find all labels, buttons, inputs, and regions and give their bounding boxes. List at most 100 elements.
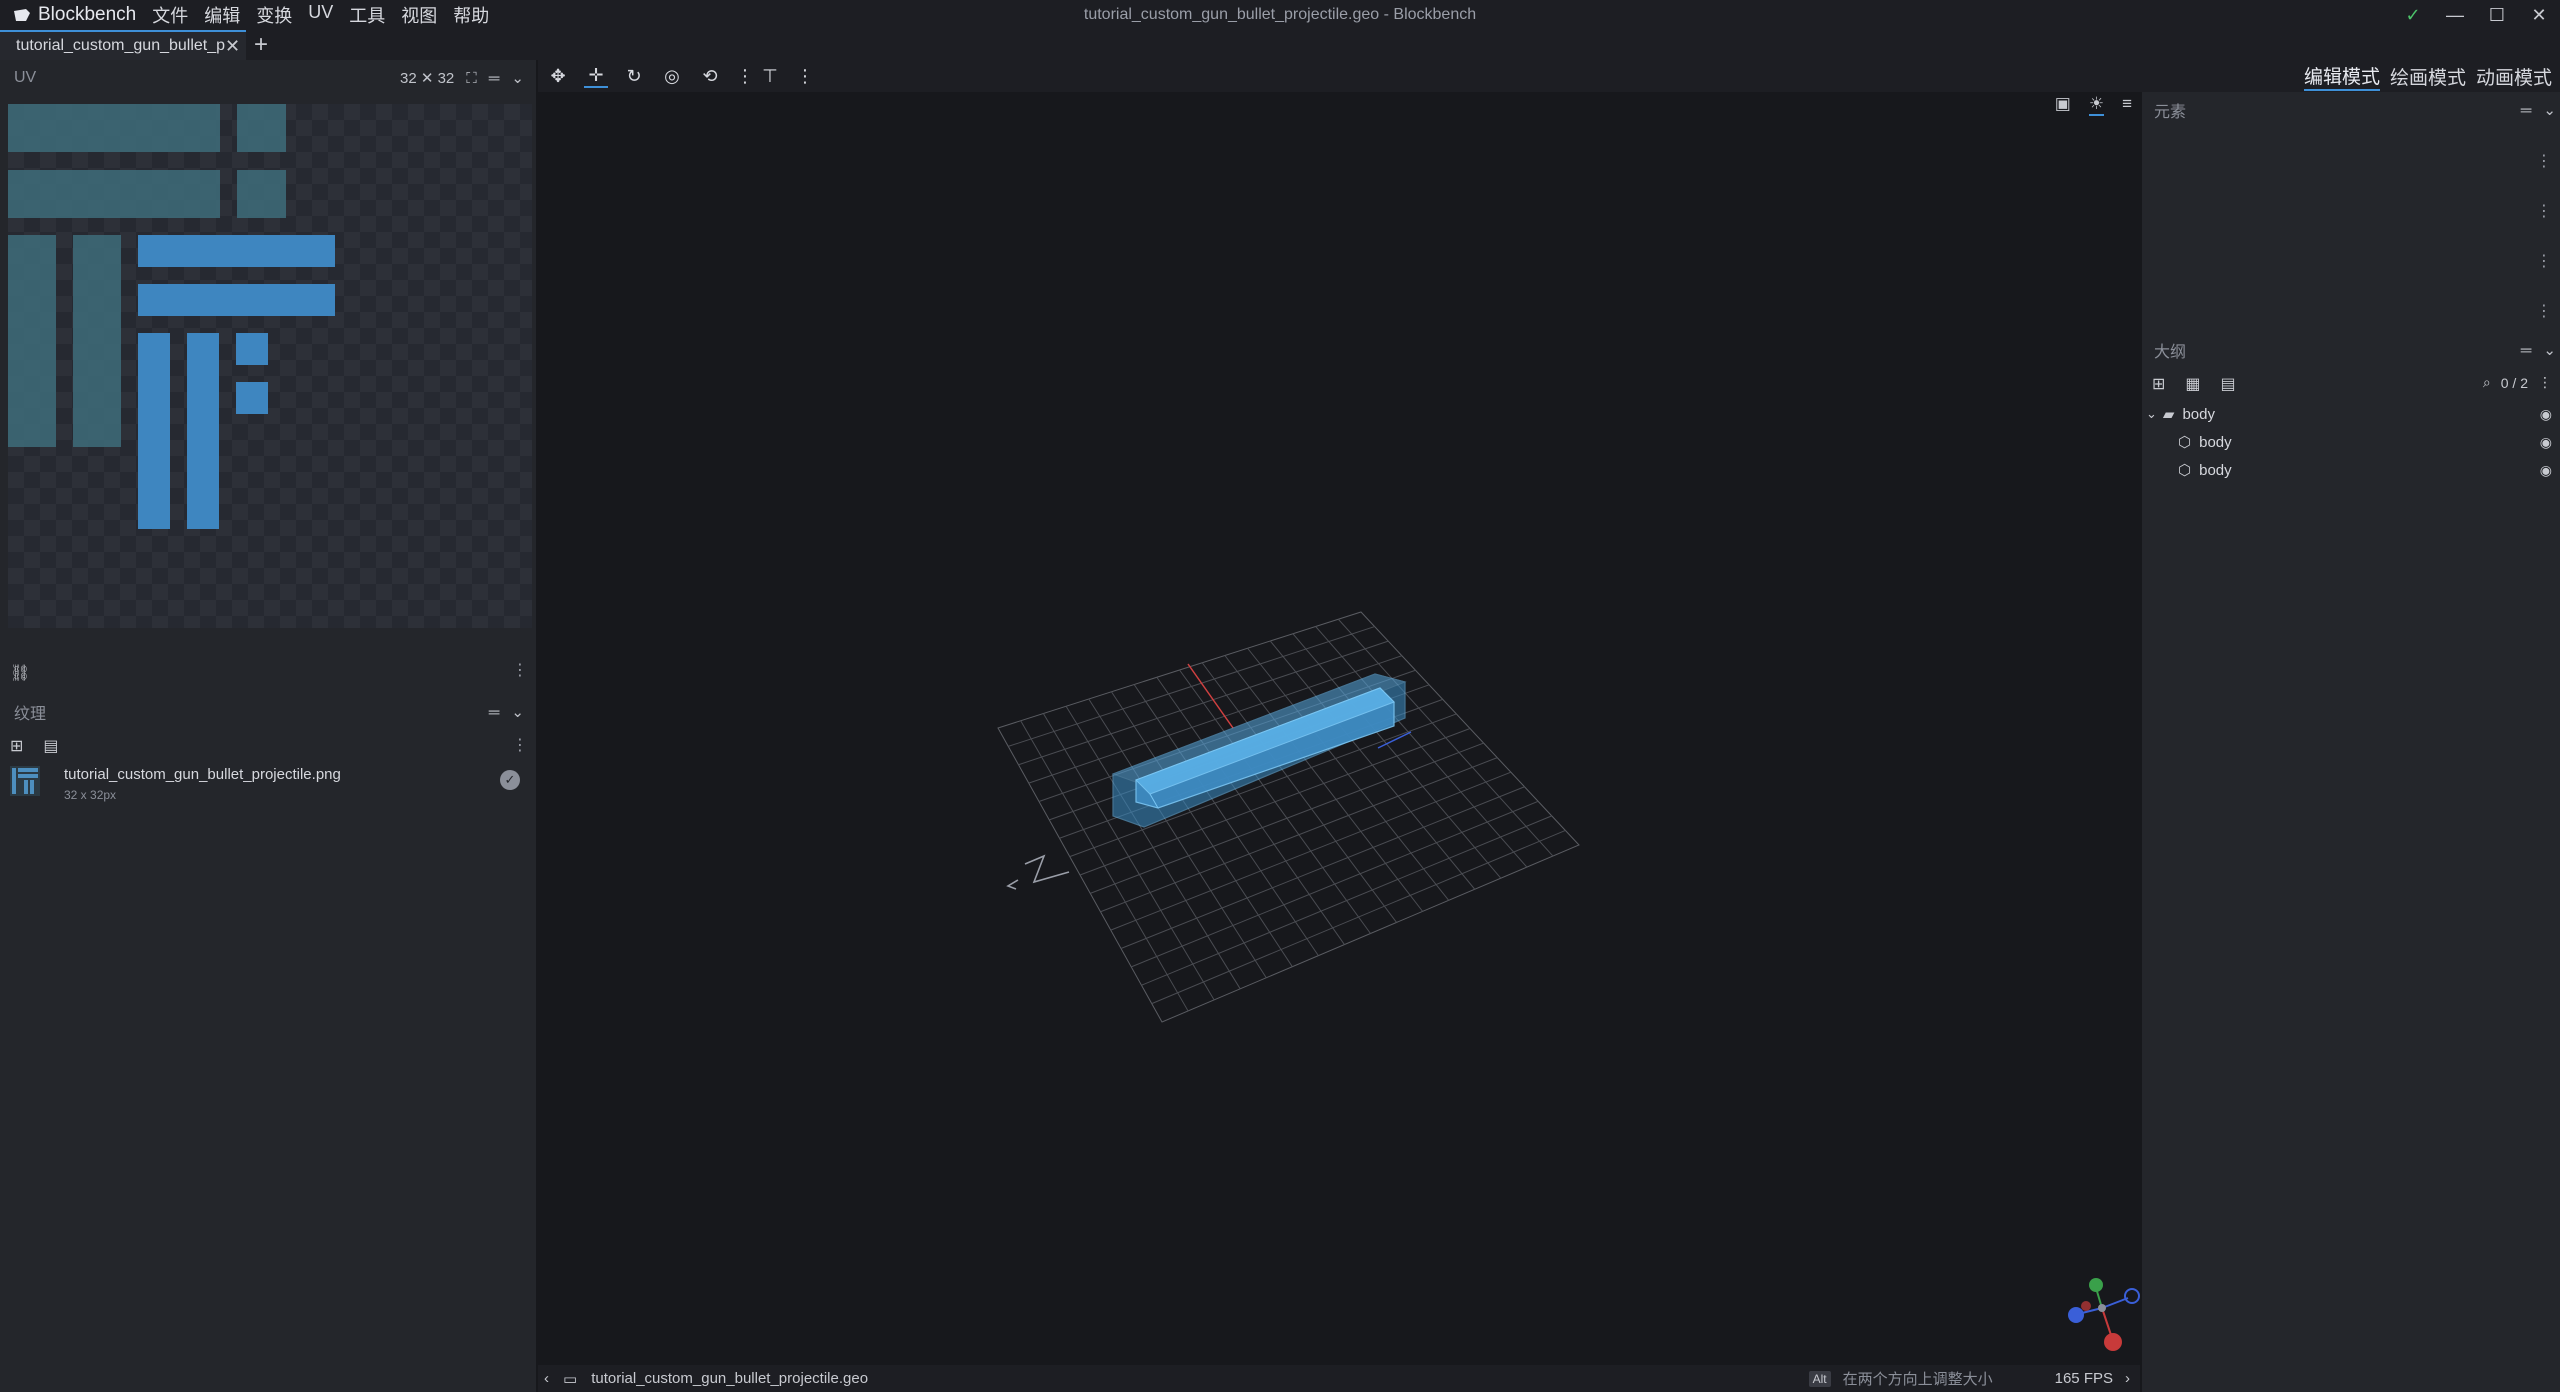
elements-panel-header: 元素 ═ ⌄ [2154, 92, 2560, 128]
cube-icon: ⬡ [2178, 434, 2192, 451]
3d-viewport[interactable]: ▣ ☀ ≡ [538, 92, 2140, 1365]
north-marker [1006, 854, 1070, 890]
status-file-name: tutorial_custom_gun_bullet_projectile.ge… [591, 1370, 869, 1387]
menu-help[interactable]: 帮助 [453, 2, 489, 28]
mode-selector: 编辑模式 绘画模式 动画模式 [2303, 60, 2552, 92]
chevron-down-icon[interactable]: ⌄ [2543, 341, 2556, 359]
uv-face[interactable] [138, 333, 170, 529]
more-vert-icon[interactable]: ⋮ [512, 663, 528, 679]
uv-face[interactable] [8, 170, 220, 218]
right-sidebar: 元素 ═ ⌄ ⋮ ⋮ ⋮ ⋮ 大纲 ═ ⌄ ⊞ ▦ ▤ ⌕ 0 / 2 ⋮ ⌄ … [2142, 92, 2560, 1392]
visibility-eye-icon[interactable]: ◉ [2540, 406, 2552, 423]
outline-item-group[interactable]: ⌄ ▰ body ◉ [2142, 400, 2560, 428]
uv-face[interactable] [187, 333, 219, 529]
import-texture-icon[interactable]: ⊞ [10, 736, 23, 756]
menu-lines-icon[interactable]: ═ [489, 704, 500, 721]
more-vert-icon[interactable]: ⋮ [2536, 154, 2552, 170]
outline-panel-title: 大纲 [2154, 344, 2187, 361]
pivot-icon[interactable]: ◎ [660, 66, 684, 87]
uv-face[interactable] [237, 170, 286, 218]
mode-edit[interactable]: 编辑模式 [2303, 62, 2380, 91]
more-vert-icon[interactable]: ⋮ [736, 66, 754, 87]
menu-uv[interactable]: UV [308, 2, 333, 28]
vertex-snap-icon[interactable]: ⟲ [698, 66, 722, 87]
chevron-right-icon[interactable]: › [2125, 1370, 2130, 1387]
menu-edit[interactable]: 编辑 [204, 2, 240, 28]
maximize-button[interactable]: ☐ [2476, 5, 2518, 26]
viewport-scene[interactable] [538, 92, 2140, 1365]
mirror-icon[interactable]: ⊤ [758, 66, 782, 87]
texture-list-item[interactable]: tutorial_custom_gun_bullet_projectile.pn… [0, 760, 536, 808]
texture-panel-header: 纹理 ═ ⌄ [14, 694, 536, 730]
more-vert-icon[interactable]: ⋮ [2538, 374, 2552, 391]
uv-editor-canvas[interactable] [8, 104, 532, 628]
add-group-icon[interactable]: ▦ [2185, 374, 2200, 394]
uv-face[interactable] [8, 235, 56, 447]
tab-close-icon[interactable]: ✕ [225, 36, 240, 57]
uv-face[interactable] [236, 382, 268, 414]
more-vert-icon[interactable]: ⋮ [2536, 254, 2552, 270]
collapse-icon[interactable]: ▤ [2221, 374, 2236, 394]
window-controls: ✓ — ☐ ✕ [2392, 0, 2560, 30]
outline-item-cube[interactable]: ⬡ body ◉ [2142, 456, 2560, 484]
menu-lines-icon[interactable]: ═ [489, 70, 500, 87]
texture-saved-icon[interactable]: ✓ [500, 770, 520, 790]
chevron-down-icon[interactable]: ⌄ [511, 703, 524, 721]
view-gizmo [2068, 1278, 2140, 1351]
move-handles-icon[interactable]: ✥ [546, 66, 570, 87]
sun-icon[interactable]: ☀ [2088, 94, 2105, 116]
menu-lines-icon[interactable]: ═ [2521, 102, 2532, 119]
uv-face[interactable] [237, 104, 286, 152]
alt-key-badge: Alt [1808, 1370, 1831, 1387]
outline-item-label: body [2199, 461, 2232, 479]
mode-paint[interactable]: 绘画模式 [2390, 63, 2466, 90]
menu-file[interactable]: 文件 [152, 2, 188, 28]
menu-bar: 文件 编辑 变换 UV 工具 视图 帮助 [152, 2, 489, 28]
uv-size-label[interactable]: 32 ✕ 32 [400, 69, 454, 87]
tab-project[interactable]: tutorial_custom_gun_bullet_p ✕ [0, 30, 246, 60]
menu-tools[interactable]: 工具 [349, 2, 385, 28]
outline-item-cube[interactable]: ⬡ body ◉ [2142, 428, 2560, 456]
more-vert-icon[interactable]: ⋮ [796, 66, 814, 87]
chevron-down-icon[interactable]: ⌄ [2146, 406, 2157, 422]
add-cube-icon[interactable]: ⊞ [2152, 374, 2165, 394]
link-icon[interactable]: ⛓ [10, 663, 30, 683]
uv-face[interactable] [8, 104, 220, 152]
app-name: Blockbench [38, 4, 137, 25]
title-bar: Blockbench 文件 编辑 变换 UV 工具 视图 帮助 tutorial… [0, 0, 2560, 30]
new-tab-button[interactable]: + [254, 30, 268, 60]
menu-lines-icon[interactable]: ═ [2521, 342, 2532, 359]
visibility-eye-icon[interactable]: ◉ [2540, 462, 2552, 479]
outline-item-label: body [2182, 405, 2215, 423]
texture-file-size: 32 x 32px [64, 788, 117, 802]
chevron-down-icon[interactable]: ⌄ [2543, 101, 2556, 119]
image-icon[interactable]: ▣ [2055, 94, 2071, 116]
more-vert-icon[interactable]: ⋮ [512, 738, 528, 754]
chevron-left-icon[interactable]: ‹ [544, 1370, 549, 1387]
move-icon[interactable]: ✛ [584, 65, 608, 88]
blockbench-logo-icon [14, 9, 30, 21]
chevron-down-icon[interactable]: ⌄ [511, 69, 524, 87]
tab-label: tutorial_custom_gun_bullet_p [16, 37, 226, 54]
more-vert-icon[interactable]: ⋮ [2536, 304, 2552, 320]
fullscreen-icon[interactable]: ⛶ [466, 70, 477, 87]
create-texture-icon[interactable]: ▤ [43, 736, 58, 756]
uv-face[interactable] [73, 235, 121, 447]
menu-transform[interactable]: 变换 [256, 2, 292, 28]
viewport-toolbar: ✥ ✛ ↻ ◎ ⟲ ⋮ ⊤ ⋮ 编辑模式 绘画模式 动画模式 [538, 60, 2560, 92]
search-icon[interactable]: ⌕ [2483, 374, 2491, 391]
minimize-button[interactable]: — [2434, 5, 2476, 26]
fps-counter: 165 FPS [2054, 1370, 2113, 1387]
more-vert-icon[interactable]: ⋮ [2536, 204, 2552, 220]
close-window-button[interactable]: ✕ [2518, 5, 2560, 26]
visibility-eye-icon[interactable]: ◉ [2540, 434, 2552, 451]
mode-animate[interactable]: 动画模式 [2476, 63, 2552, 90]
rotate-icon[interactable]: ↻ [622, 66, 646, 87]
uv-face[interactable] [138, 235, 335, 267]
saved-check-icon: ✓ [2405, 4, 2421, 25]
uv-face[interactable] [236, 333, 268, 365]
menu-view[interactable]: 视图 [401, 2, 437, 28]
app-brand: Blockbench [0, 4, 136, 26]
uv-face[interactable] [138, 284, 335, 316]
menu-icon[interactable]: ≡ [2122, 94, 2132, 116]
